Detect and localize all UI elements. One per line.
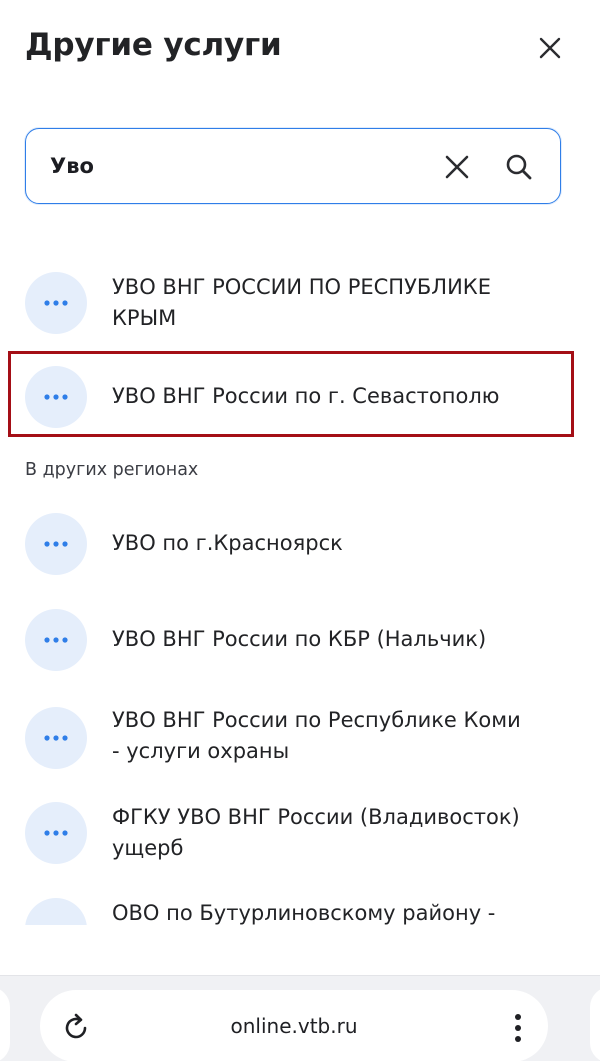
more-dots-icon (25, 707, 87, 769)
more-dots-icon (25, 802, 87, 864)
list-item-label: УВО по г.Красноярск (112, 531, 343, 555)
search-box (25, 128, 561, 204)
side-tab-left[interactable] (0, 987, 10, 1063)
list-item[interactable]: УВО ВНГ России по Республике Коми - услу… (25, 705, 580, 771)
list-item[interactable]: УВО ВНГ РОССИИ ПО РЕСПУБЛИКЕ КРЫМ (25, 270, 580, 336)
more-dots-icon (25, 366, 87, 428)
list-item[interactable]: УВО по г.Красноярск (25, 513, 580, 575)
list-item[interactable]: УВО ВНГ России по г. Севастополю (25, 366, 580, 428)
more-dots-icon (25, 609, 87, 671)
list-item-label: УВО ВНГ России по Республике Коми - услу… (112, 708, 521, 763)
list-cutoff (0, 925, 600, 975)
section-label: В других регионах (25, 460, 199, 480)
list-item-label: УВО ВНГ РОССИИ ПО РЕСПУБЛИКЕ КРЫМ (112, 275, 491, 330)
more-dots-icon (25, 272, 87, 334)
address-bar[interactable]: online.vtb.ru (40, 990, 548, 1062)
list-item[interactable]: ФГКУ УВО ВНГ России (Владивосток) ущерб (25, 802, 580, 868)
close-icon[interactable] (537, 35, 563, 61)
clear-icon[interactable] (443, 153, 471, 181)
list-item-label: ФГКУ УВО ВНГ России (Владивосток) ущерб (112, 805, 520, 860)
list-item-label: УВО ВНГ России по КБР (Нальчик) (112, 627, 487, 651)
more-dots-icon (25, 513, 87, 575)
search-input[interactable] (50, 147, 410, 185)
side-tab-right[interactable] (590, 987, 600, 1063)
header: Другие услуги (25, 27, 600, 67)
page-title: Другие услуги (25, 27, 282, 63)
list-item[interactable]: УВО ВНГ России по КБР (Нальчик) (25, 609, 580, 671)
url-text: online.vtb.ru (230, 1014, 358, 1038)
browser-toolbar: online.vtb.ru (0, 975, 600, 1063)
search-icon[interactable] (504, 152, 534, 182)
list-item-label: УВО ВНГ России по г. Севастополю (112, 384, 500, 408)
kebab-menu-icon[interactable] (514, 1012, 522, 1044)
